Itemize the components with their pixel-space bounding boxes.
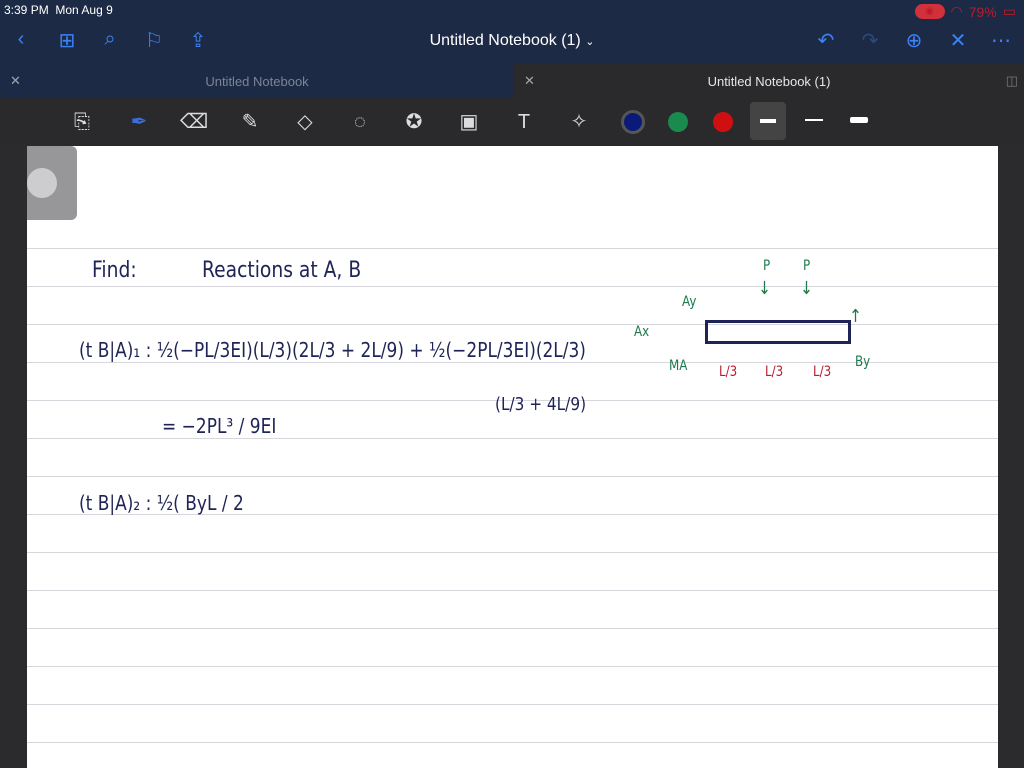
beam xyxy=(705,320,851,344)
shapes-icon[interactable]: ◇ xyxy=(291,108,319,136)
close-edit-icon[interactable]: ✕ xyxy=(945,28,971,53)
ruled-line xyxy=(27,438,998,439)
close-tab-icon[interactable]: ✕ xyxy=(524,73,535,89)
reaction-ay: Ay xyxy=(682,294,697,310)
lasso-icon[interactable]: ◌ xyxy=(346,108,374,136)
arrow-up-icon: ↑ xyxy=(849,306,862,327)
reaction-ax: Ax xyxy=(634,324,650,340)
ruled-line xyxy=(27,552,998,553)
color-navy[interactable] xyxy=(621,110,645,134)
ruled-line xyxy=(27,628,998,629)
notebook-page[interactable]: Find: Reactions at A, B (t B|A)₁ : ½(−PL… xyxy=(27,146,998,768)
battery-icon: ▭ xyxy=(1002,3,1016,19)
sticker-icon[interactable]: ✪ xyxy=(400,108,428,136)
segment-label: L/3 xyxy=(813,364,832,380)
ruled-line xyxy=(27,704,998,705)
tab-bar: ✕ Untitled Notebook ✕ Untitled Notebook (1… xyxy=(0,64,1024,98)
page-tool-icon[interactable]: ⎘ xyxy=(68,108,96,136)
navigation-bar: ‹ ⊞ ⌕ ⚐ ⇪ Untitled Notebook (1) ⌄ ↶ ↷ ⊕ … xyxy=(0,20,1024,64)
wifi-icon: ◠ xyxy=(950,3,963,19)
screen-record-icon[interactable]: ◉ xyxy=(914,4,945,19)
page-scroll-handle[interactable] xyxy=(27,146,77,220)
ruled-line xyxy=(27,742,998,743)
arrow-down-icon: ↓ xyxy=(800,278,813,299)
ruled-line xyxy=(27,476,998,477)
ruled-line xyxy=(27,286,998,287)
title-text: Untitled Notebook (1) xyxy=(429,32,581,49)
reaction-ma: MA xyxy=(669,358,688,374)
clock: 3:39 PM xyxy=(4,3,49,17)
arrow-down-icon: ↓ xyxy=(758,278,771,299)
note-equation-3: (t B|A)₂ : ½( ByL / 2 xyxy=(79,491,244,515)
tab-untitled-notebook-1[interactable]: ✕ Untitled Notebook (1) ◫ xyxy=(514,64,1024,98)
battery-level: 79% xyxy=(968,3,997,20)
ruled-line xyxy=(27,666,998,667)
note-equation-1-cont: (L/3 + 4L/9) xyxy=(495,394,587,415)
date: Mon Aug 9 xyxy=(55,3,113,17)
add-page-icon[interactable]: ⊕ xyxy=(901,28,927,53)
color-red[interactable] xyxy=(713,112,733,132)
status-bar: 3:39 PM Mon Aug 9 ◉ ◠ 79% ▭ xyxy=(0,0,1024,20)
tab-untitled-notebook[interactable]: ✕ Untitled Notebook xyxy=(0,64,514,98)
load-label: P xyxy=(803,258,811,274)
image-icon[interactable]: ▣ xyxy=(455,108,483,136)
pen-icon[interactable]: ✒ xyxy=(125,108,153,136)
note-equation-2: = −2PL³ / 9EI xyxy=(162,414,277,438)
close-tab-icon[interactable]: ✕ xyxy=(10,73,21,89)
segment-label: L/3 xyxy=(765,364,784,380)
split-view-icon[interactable]: ◫ xyxy=(1006,73,1018,89)
tab-label: Untitled Notebook xyxy=(205,73,309,89)
text-icon[interactable]: T xyxy=(510,108,538,136)
more-icon[interactable]: ⋯ xyxy=(988,28,1014,53)
ruled-line xyxy=(27,362,998,363)
segment-label: L/3 xyxy=(719,364,738,380)
toolbar: ⎘ ✒ ⌫ ✎ ◇ ◌ ✪ ▣ T ✧ xyxy=(0,98,1024,145)
stroke-medium[interactable] xyxy=(805,119,823,121)
stroke-thick[interactable] xyxy=(850,117,868,123)
note-reactions: Reactions at A, B xyxy=(202,258,362,283)
chevron-down-icon: ⌄ xyxy=(585,36,595,48)
laser-pointer-icon[interactable]: ✧ xyxy=(565,108,593,136)
note-equation-1: (t B|A)₁ : ½(−PL/3EI)(L/3)(2L/3 + 2L/9) … xyxy=(79,338,586,362)
ruled-line xyxy=(27,590,998,591)
tab-label: Untitled Notebook (1) xyxy=(707,73,831,89)
note-find: Find: xyxy=(92,258,137,283)
ruled-line xyxy=(27,248,998,249)
highlighter-icon[interactable]: ✎ xyxy=(236,108,264,136)
color-green[interactable] xyxy=(668,112,688,132)
undo-icon[interactable]: ↶ xyxy=(813,28,839,53)
redo-icon[interactable]: ↷ xyxy=(857,28,883,53)
load-label: P xyxy=(763,258,771,274)
stroke-thin-selected[interactable] xyxy=(750,102,786,140)
eraser-icon[interactable]: ⌫ xyxy=(180,108,208,136)
reaction-by: By xyxy=(855,354,871,370)
